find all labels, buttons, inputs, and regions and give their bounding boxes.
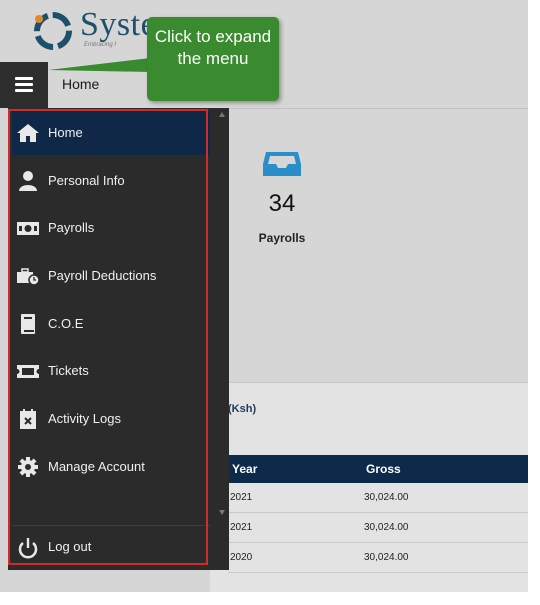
table-row[interactable]: 2021 30,024.00 xyxy=(228,513,528,543)
inbox-icon xyxy=(263,152,301,176)
hamburger-icon xyxy=(15,77,33,80)
sidebar-item-payrolls[interactable]: Payrolls xyxy=(12,206,210,250)
cell-gross: 30,024.00 xyxy=(364,522,409,533)
sidebar-item-label: Payroll Deductions xyxy=(48,268,157,283)
sidebar-item-tickets[interactable]: Tickets xyxy=(12,349,210,393)
payrolls-label: Payrolls xyxy=(258,231,306,245)
user-icon xyxy=(19,171,37,191)
sidebar-item-home[interactable]: Home xyxy=(12,111,210,155)
table-row[interactable]: 2020 30,024.00 xyxy=(228,543,528,573)
column-header-gross: Gross xyxy=(366,462,401,476)
sidebar-menu: Home Personal Info Payrolls Payroll Dedu… xyxy=(8,108,229,570)
payrolls-count: 34 xyxy=(268,190,296,217)
sidebar-item-manage-account[interactable]: Manage Account xyxy=(12,445,210,489)
menu-toggle-button[interactable] xyxy=(0,62,48,108)
cell-gross: 30,024.00 xyxy=(364,552,409,563)
sidebar-item-label: Tickets xyxy=(48,363,89,378)
column-header-year: Year xyxy=(232,462,258,476)
sidebar-item-coe[interactable]: C.O.E xyxy=(12,302,210,346)
sidebar-item-label: Payrolls xyxy=(48,220,95,235)
logout-button[interactable]: Log out xyxy=(12,525,210,566)
scroll-down-arrow-icon[interactable] xyxy=(219,510,225,515)
sidebar-item-label: Personal Info xyxy=(48,173,125,188)
gear-icon xyxy=(18,457,38,477)
tooltip-pointer-icon xyxy=(48,58,150,72)
logo-icon xyxy=(34,12,72,50)
briefcase-clock-icon xyxy=(17,268,40,286)
power-icon xyxy=(18,538,38,559)
ticket-icon xyxy=(17,365,39,378)
sidebar-item-label: C.O.E xyxy=(48,316,84,331)
sidebar-item-activity-logs[interactable]: Activity Logs xyxy=(12,397,210,441)
brand-name: Syste xyxy=(80,6,157,43)
home-icon xyxy=(17,124,39,142)
cell-year: 2020 xyxy=(230,552,253,563)
sidebar-item-label: Activity Logs xyxy=(48,411,121,426)
cell-gross: 30,024.00 xyxy=(364,492,409,503)
scroll-up-arrow-icon[interactable] xyxy=(219,112,225,117)
sidebar-scrollbar[interactable] xyxy=(219,112,227,520)
sidebar-item-label: Manage Account xyxy=(48,459,145,474)
expand-menu-tooltip: Click to expand the menu xyxy=(147,17,279,101)
page-title: Home xyxy=(62,76,100,92)
payroll-summary-panel: (Ksh) Year Gross 2021 30,024.00 2021 30,… xyxy=(210,382,528,592)
panel-title: (Ksh) xyxy=(228,403,257,415)
cell-year: 2021 xyxy=(230,492,253,503)
sidebar-item-personal-info[interactable]: Personal Info xyxy=(12,159,210,203)
brand-tagline: Embracing I xyxy=(84,42,117,48)
sidebar-item-payroll-deductions[interactable]: Payroll Deductions xyxy=(12,254,210,298)
money-icon xyxy=(17,222,39,235)
calendar-x-icon xyxy=(20,409,36,429)
app-window: Syste Embracing I Home 34 Payrolls (Ksh)… xyxy=(0,0,528,592)
logout-label: Log out xyxy=(48,539,92,554)
sidebar-item-label: Home xyxy=(48,125,83,140)
cell-year: 2021 xyxy=(230,522,253,533)
table-row[interactable]: 2021 30,024.00 xyxy=(228,483,528,513)
book-icon xyxy=(21,314,35,334)
table-header: Year Gross xyxy=(228,455,528,483)
